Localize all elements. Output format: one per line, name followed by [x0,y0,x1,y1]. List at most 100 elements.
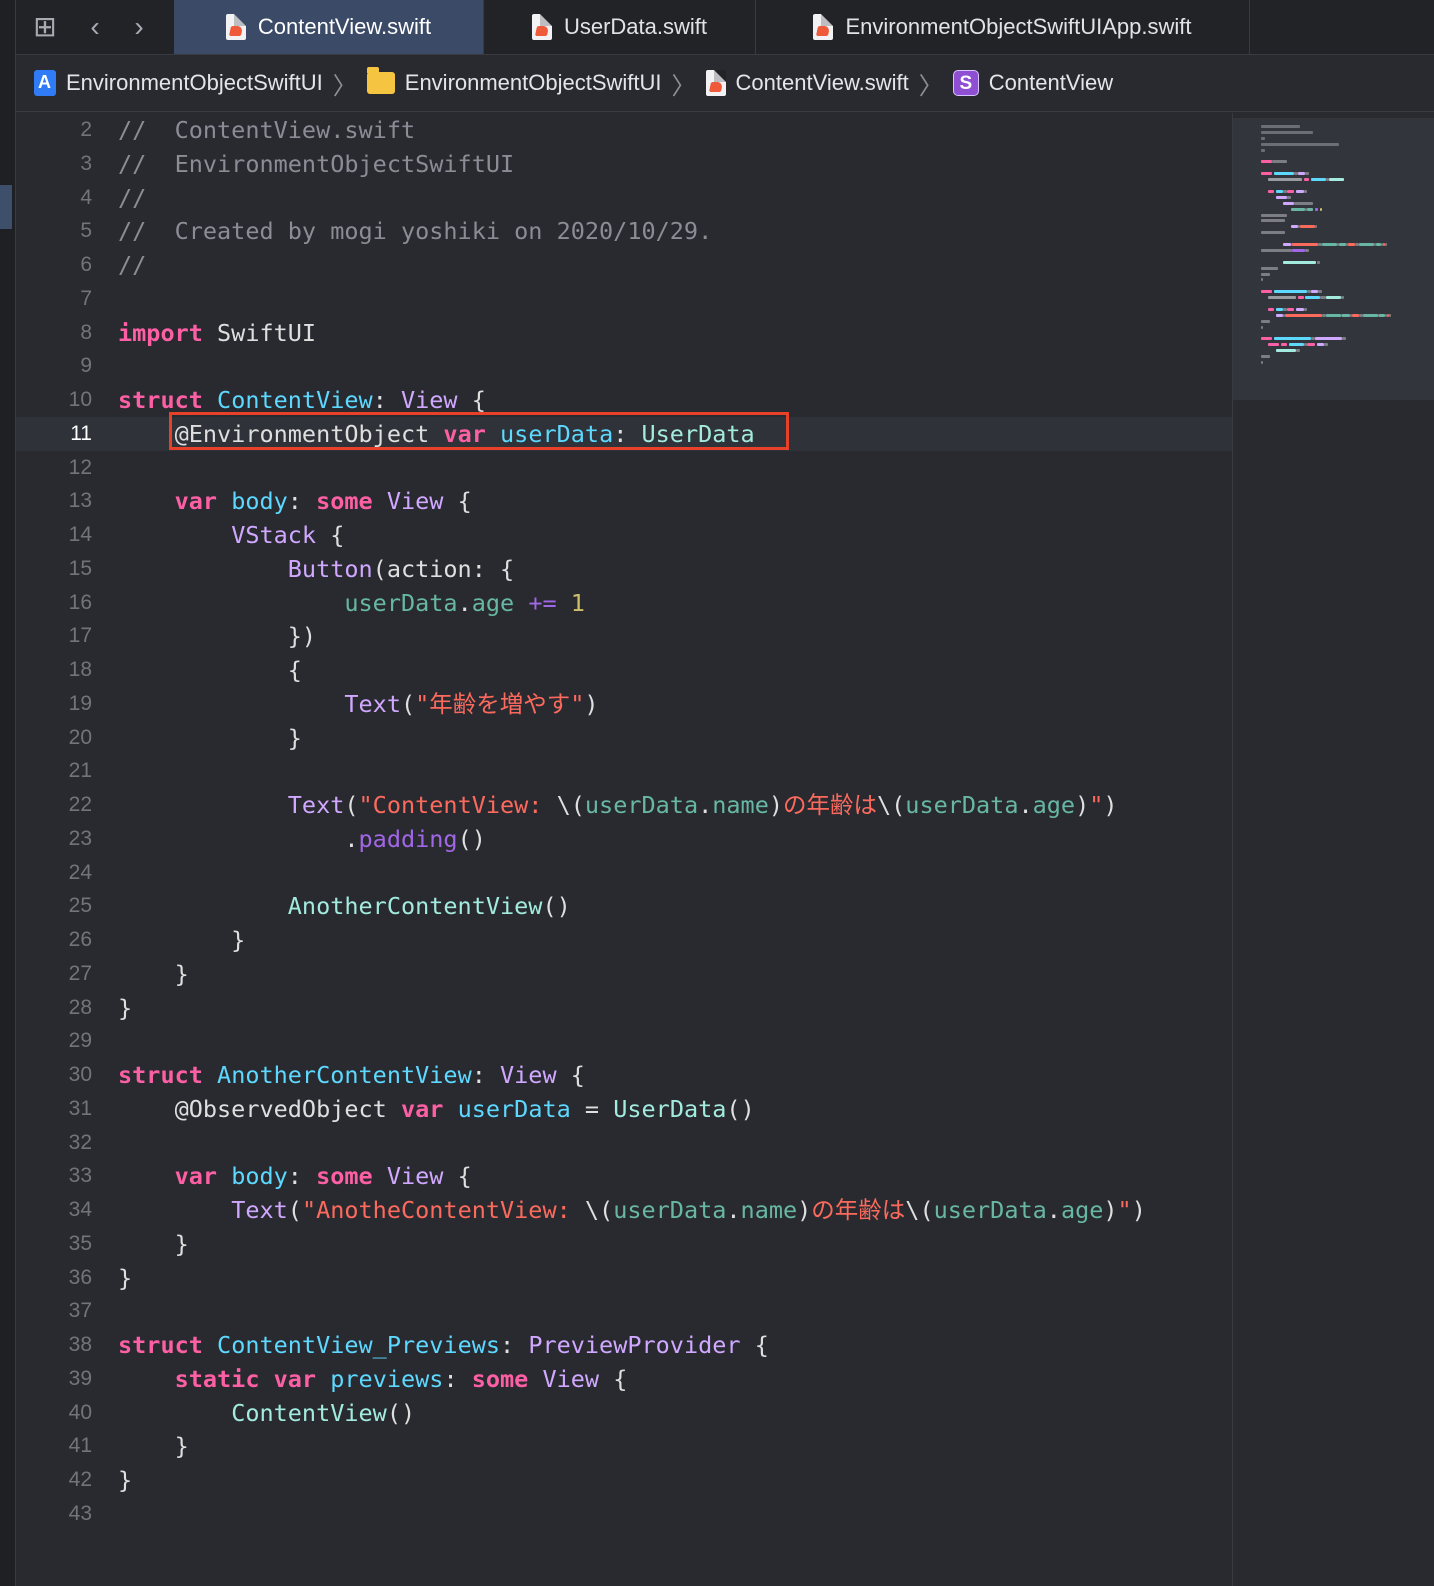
code-line[interactable]: 40 ContentView() [16,1396,1232,1430]
code-line[interactable]: 26 } [16,923,1232,957]
minimap-mark [1322,243,1337,246]
code-line[interactable]: 28} [16,991,1232,1025]
code-token: } [118,1432,189,1461]
code-text: } [118,1227,189,1261]
minimap-mark [1305,172,1310,176]
breadcrumb-symbol[interactable]: S ContentView [952,70,1113,96]
line-number: 40 [68,1400,92,1424]
code-line[interactable]: 3 // EnvironmentObjectSwiftUI [16,147,1232,181]
source-editor[interactable]: 2 // ContentView.swift 3 // EnvironmentObje… [16,113,1232,1586]
code-line[interactable]: 29 [16,1024,1232,1058]
code-line[interactable]: 7 [16,282,1232,316]
code-text: // Created by mogi yoshiki on 2020/10/29… [118,214,712,248]
line-number: 16 [68,590,92,614]
code-line[interactable]: 20 } [16,721,1232,755]
code-line[interactable]: 16 userData.age += 1 [16,586,1232,620]
chevron-right-icon: 〉 [332,72,357,100]
minimap-mark [1351,313,1360,317]
minimap-mark [1272,160,1287,164]
code-line[interactable]: 11 @EnvironmentObject var userData: User… [16,416,1232,451]
code-line[interactable]: 14 VStack { [16,518,1232,552]
code-line[interactable]: 32 [16,1126,1232,1160]
minimap-mark [1338,243,1347,246]
code-line[interactable]: 33 var body: some View { [16,1159,1232,1193]
breadcrumb-group[interactable]: EnvironmentObjectSwiftUI [366,67,662,96]
code-token: ) [584,689,599,718]
code-line[interactable]: 24 [16,856,1232,890]
minimap-mark [1285,313,1323,317]
breadcrumb-project[interactable]: EnvironmentObjectSwiftUI [34,70,323,96]
code-line[interactable]: 4 // [16,181,1232,215]
minimap-mark [1296,349,1300,353]
code-line[interactable]: 5 // Created by mogi yoshiki on 2020/10/2… [16,214,1232,248]
code-line[interactable]: 22 Text("ContentView: \(userData.name)の年… [16,788,1232,822]
code-line[interactable]: 25 AnotherContentView() [16,889,1232,923]
minimap-mark [1347,243,1356,246]
tab-app[interactable]: EnvironmentObjectSwiftUIApp.swift [756,0,1250,54]
code-line[interactable]: 42} [16,1463,1232,1497]
code-line[interactable]: 9 [16,349,1232,383]
code-token: の年齢は [811,1196,906,1224]
minimap-mark [1325,313,1341,317]
tab-contentview[interactable]: ContentView.swift [174,0,484,54]
minimap-mark [1268,343,1280,347]
code-line[interactable]: 35 } [16,1227,1232,1261]
code-line[interactable]: 41 } [16,1429,1232,1463]
code-line[interactable]: 10 struct ContentView: View { [16,383,1232,417]
minimap-mark [1261,325,1263,329]
minimap-mark [1290,225,1298,229]
breadcrumb-file[interactable]: ContentView.swift [705,70,909,96]
line-number: 38 [68,1333,92,1356]
code-token: @ObservedObject [174,1094,387,1123]
code-line[interactable]: 12 [16,451,1232,485]
minimap-mark [1275,195,1287,199]
chevron-right-icon[interactable]: › [122,10,156,44]
code-line[interactable]: 18 { [16,653,1232,687]
code-text: // [118,181,146,215]
minimap-mark [1283,260,1317,264]
code-line[interactable]: 39 static var previews: some View { [16,1362,1232,1396]
code-line[interactable]: 8 import SwiftUI [16,316,1232,350]
code-token: // Created by mogi yoshiki on 2020/10/29… [118,217,713,246]
minimap[interactable] [1232,113,1434,1586]
code-line[interactable]: 43 [16,1497,1232,1531]
code-token: ) [1103,1196,1118,1224]
code-line[interactable]: 31 @ObservedObject var userData = UserDa… [16,1092,1232,1126]
code-line[interactable]: 34 Text("AnotheContentView: \(userData.n… [16,1193,1232,1227]
minimap-mark [1275,307,1284,311]
minimap-mark [1310,178,1326,182]
code-line[interactable]: 38 struct ContentView_Previews: PreviewPr… [16,1328,1232,1362]
code-line[interactable]: 17 }) [16,619,1232,653]
code-line[interactable]: 30 struct AnotherContentView: View { [16,1058,1232,1092]
code-line[interactable]: 2 // ContentView.swift [16,113,1232,147]
tab-userdata[interactable]: UserData.swift [484,0,756,54]
chevron-left-icon[interactable]: ‹ [78,10,112,44]
minimap-mark [1296,189,1304,193]
code-text: { [118,653,302,687]
code-line[interactable]: 36} [16,1261,1232,1295]
code-line[interactable]: 15 Button(action: { [16,552,1232,586]
code-token: name [712,791,769,819]
code-line[interactable]: 27 } [16,957,1232,991]
code-token: name [740,1196,798,1224]
code-token: { [556,1061,585,1089]
code-token: . [1018,791,1033,819]
code-line[interactable]: 13 var body: some View { [16,484,1232,518]
code-line[interactable]: 21 [16,754,1232,788]
code-token: // [118,183,147,212]
tab-label: EnvironmentObjectSwiftUIApp.swift [845,14,1192,39]
code-line[interactable]: 19 Text("年齢を増やす") [16,687,1232,721]
code-line[interactable]: 37 [16,1294,1232,1328]
code-token: \( [556,791,585,819]
code-line[interactable]: 6 // [16,248,1232,282]
code-token: { [457,386,486,414]
code-line[interactable]: 23 .padding() [16,822,1232,856]
code-token: userData [457,1094,571,1123]
grid-icon[interactable]: ⊞ [28,10,62,44]
